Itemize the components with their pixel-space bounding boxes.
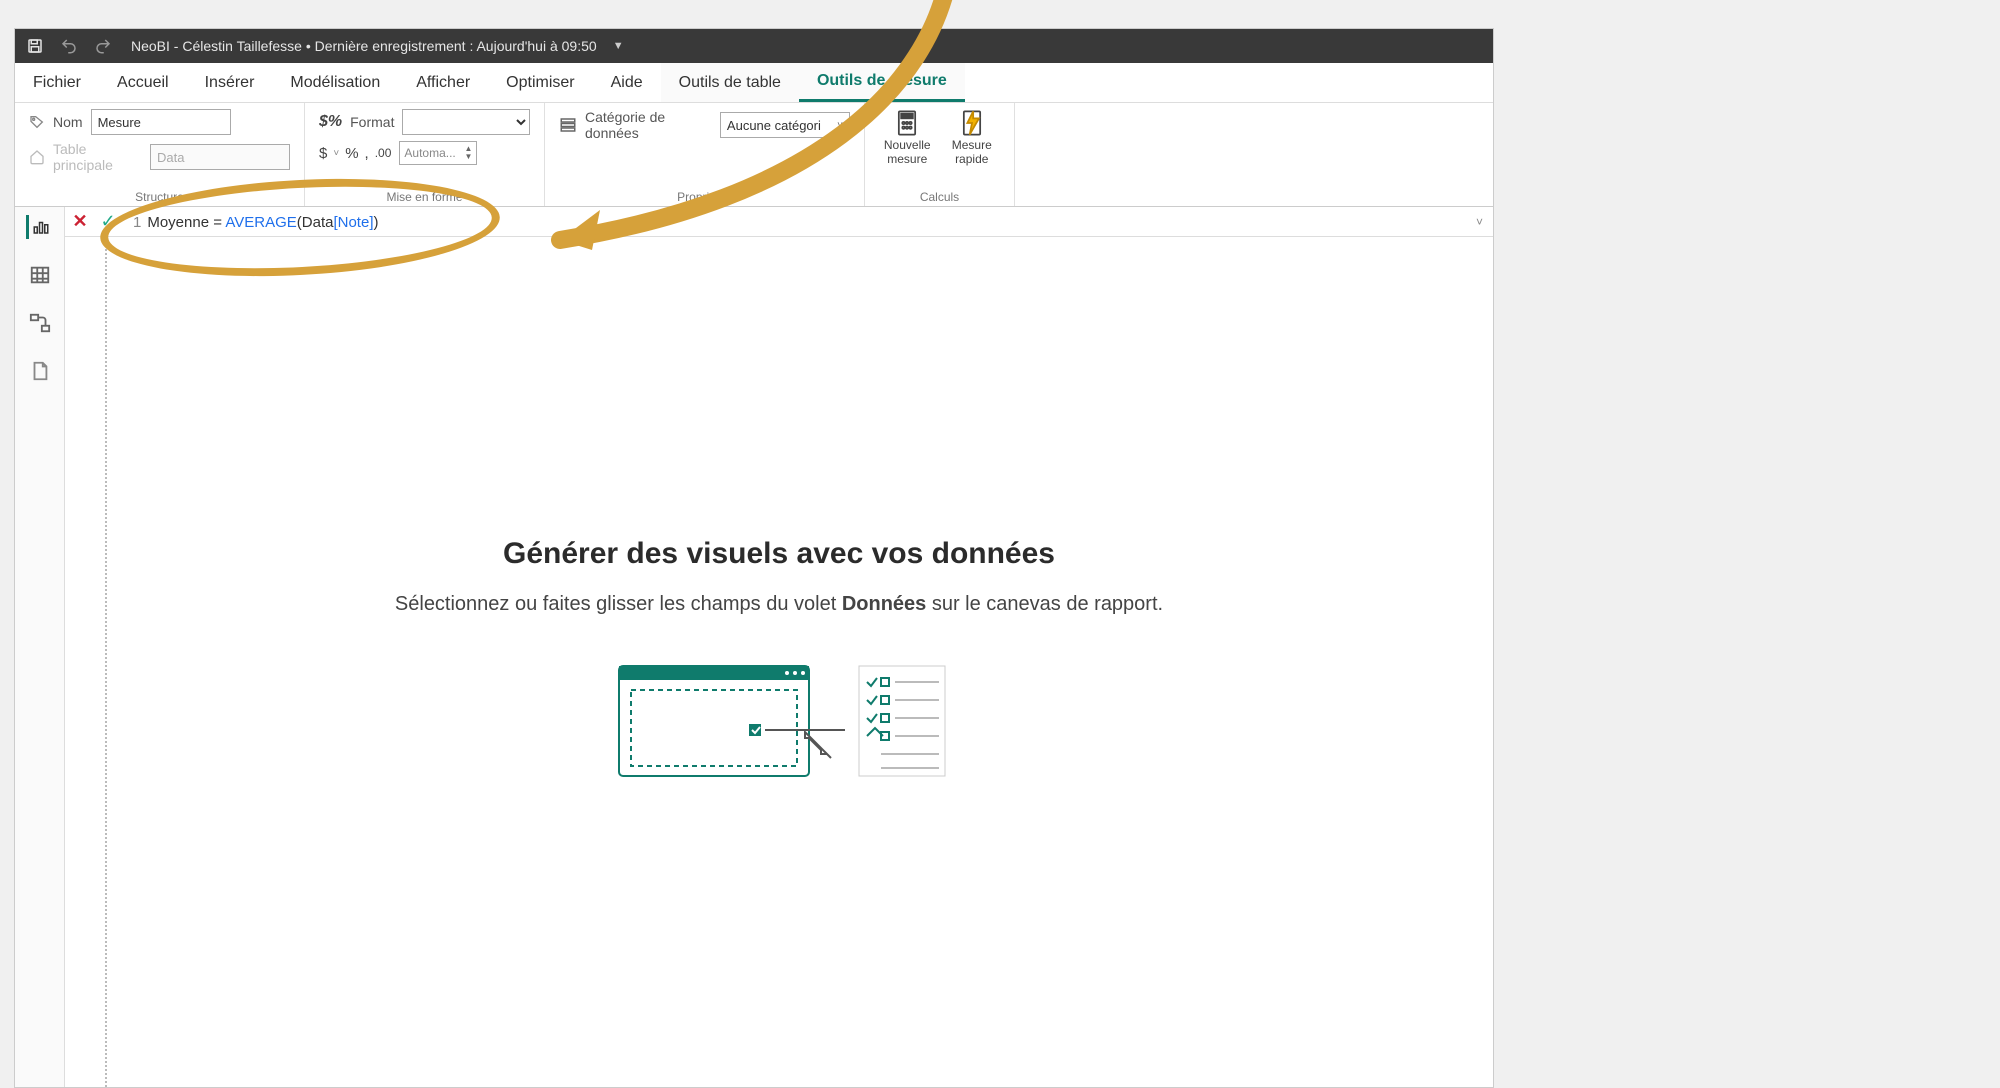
formula-column: Note bbox=[338, 214, 370, 231]
group-label-structure: Structure bbox=[29, 190, 290, 204]
close-icon: ✕ bbox=[72, 211, 87, 232]
quick-measure-label: Mesure rapide bbox=[944, 139, 1001, 167]
format-label: Format bbox=[350, 114, 394, 130]
tab-optimiser[interactable]: Optimiser bbox=[488, 63, 592, 102]
left-view-rail bbox=[15, 207, 65, 1087]
placeholder-subtitle: Sélectionnez ou faites glisser les champ… bbox=[65, 593, 1493, 616]
app-window: NeoBI - Célestin Taillefesse • Dernière … bbox=[14, 28, 1494, 1088]
new-measure-label: Nouvelle mesure bbox=[879, 139, 936, 167]
home-table-label: Table principale bbox=[53, 141, 142, 173]
home-icon bbox=[29, 149, 45, 165]
redo-icon[interactable] bbox=[93, 36, 113, 56]
tab-afficher[interactable]: Afficher bbox=[398, 63, 488, 102]
formula-measure-name: Moyenne bbox=[147, 214, 209, 231]
commit-formula-button[interactable]: ✓ bbox=[99, 213, 117, 231]
tab-fichier[interactable]: Fichier bbox=[15, 63, 99, 102]
save-icon[interactable] bbox=[25, 36, 45, 56]
tab-outils-mesure[interactable]: Outils de mesure bbox=[799, 63, 965, 102]
format-icon: $% bbox=[319, 113, 342, 131]
check-icon: ✓ bbox=[100, 211, 115, 232]
data-category-icon bbox=[559, 116, 577, 134]
ribbon-body: Nom Table principale Structure $% Format bbox=[15, 103, 1493, 207]
group-label-calculs: Calculs bbox=[879, 190, 1000, 204]
measure-name-input[interactable] bbox=[91, 109, 231, 135]
data-category-value: Aucune catégori bbox=[727, 118, 821, 133]
currency-button[interactable]: $ bbox=[319, 145, 327, 162]
cancel-formula-button[interactable]: ✕ bbox=[71, 213, 89, 231]
thousands-button[interactable]: , bbox=[365, 145, 369, 162]
data-category-select[interactable]: Aucune catégori ˅ bbox=[720, 112, 850, 138]
new-measure-button[interactable]: Nouvelle mesure bbox=[879, 109, 936, 167]
dax-view-icon[interactable] bbox=[28, 359, 52, 383]
ribbon-group-structure: Nom Table principale Structure bbox=[15, 103, 305, 206]
report-canvas[interactable]: Générer des visuels avec vos données Sél… bbox=[65, 237, 1493, 1087]
tab-aide[interactable]: Aide bbox=[593, 63, 661, 102]
group-label-properties: Propriétés bbox=[559, 190, 850, 204]
quick-measure-button[interactable]: Mesure rapide bbox=[944, 109, 1001, 167]
name-label: Nom bbox=[53, 114, 83, 130]
ribbon-group-properties: Catégorie de données Aucune catégori ˅ P… bbox=[545, 103, 865, 206]
tab-inserer[interactable]: Insérer bbox=[187, 63, 273, 102]
work-area: ✕ ✓ 1Moyenne = AVERAGE(Data[Note]) ˅ Gén… bbox=[15, 207, 1493, 1087]
data-view-icon[interactable] bbox=[28, 263, 52, 287]
tab-modelisation[interactable]: Modélisation bbox=[272, 63, 398, 102]
calculator-icon bbox=[893, 109, 921, 137]
group-label-format: Mise en forme bbox=[319, 190, 530, 204]
chevron-down-icon[interactable]: ˅ bbox=[1476, 215, 1483, 229]
ribbon-group-format: $% Format $˅ % , .00 Automa...▲▼ Mise en… bbox=[305, 103, 545, 206]
percent-button[interactable]: % bbox=[345, 145, 358, 162]
ribbon-group-calculs: Nouvelle mesure Mesure rapide Calculs bbox=[865, 103, 1015, 206]
chevron-down-icon[interactable]: ▼ bbox=[613, 40, 624, 52]
report-view-icon[interactable] bbox=[26, 215, 50, 239]
placeholder-graphic bbox=[65, 656, 1493, 786]
formula-input[interactable]: 1Moyenne = AVERAGE(Data[Note]) bbox=[127, 213, 1466, 231]
auto-decimals-spinner[interactable]: Automa...▲▼ bbox=[399, 141, 477, 165]
formula-function: AVERAGE bbox=[225, 214, 296, 231]
tag-icon bbox=[29, 114, 45, 130]
main-column: ✕ ✓ 1Moyenne = AVERAGE(Data[Note]) ˅ Gén… bbox=[65, 207, 1493, 1087]
home-table-input bbox=[150, 144, 290, 170]
placeholder-title: Générer des visuels avec vos données bbox=[65, 537, 1493, 571]
formula-line-number: 1 bbox=[133, 214, 141, 231]
data-category-label: Catégorie de données bbox=[585, 109, 712, 141]
canvas-placeholder: Générer des visuels avec vos données Sél… bbox=[65, 537, 1493, 786]
tab-accueil[interactable]: Accueil bbox=[99, 63, 187, 102]
window-title: NeoBI - Célestin Taillefesse • Dernière … bbox=[131, 38, 597, 54]
quick-measure-icon bbox=[958, 109, 986, 137]
decimals-button[interactable]: .00 bbox=[375, 146, 392, 160]
formula-bar: ✕ ✓ 1Moyenne = AVERAGE(Data[Note]) ˅ bbox=[65, 207, 1493, 237]
format-select[interactable] bbox=[402, 109, 530, 135]
formula-table: Data bbox=[302, 214, 334, 231]
ribbon-tabs: Fichier Accueil Insérer Modélisation Aff… bbox=[15, 63, 1493, 103]
tab-outils-table[interactable]: Outils de table bbox=[661, 63, 799, 102]
undo-icon[interactable] bbox=[59, 36, 79, 56]
titlebar: NeoBI - Célestin Taillefesse • Dernière … bbox=[15, 29, 1493, 63]
model-view-icon[interactable] bbox=[28, 311, 52, 335]
